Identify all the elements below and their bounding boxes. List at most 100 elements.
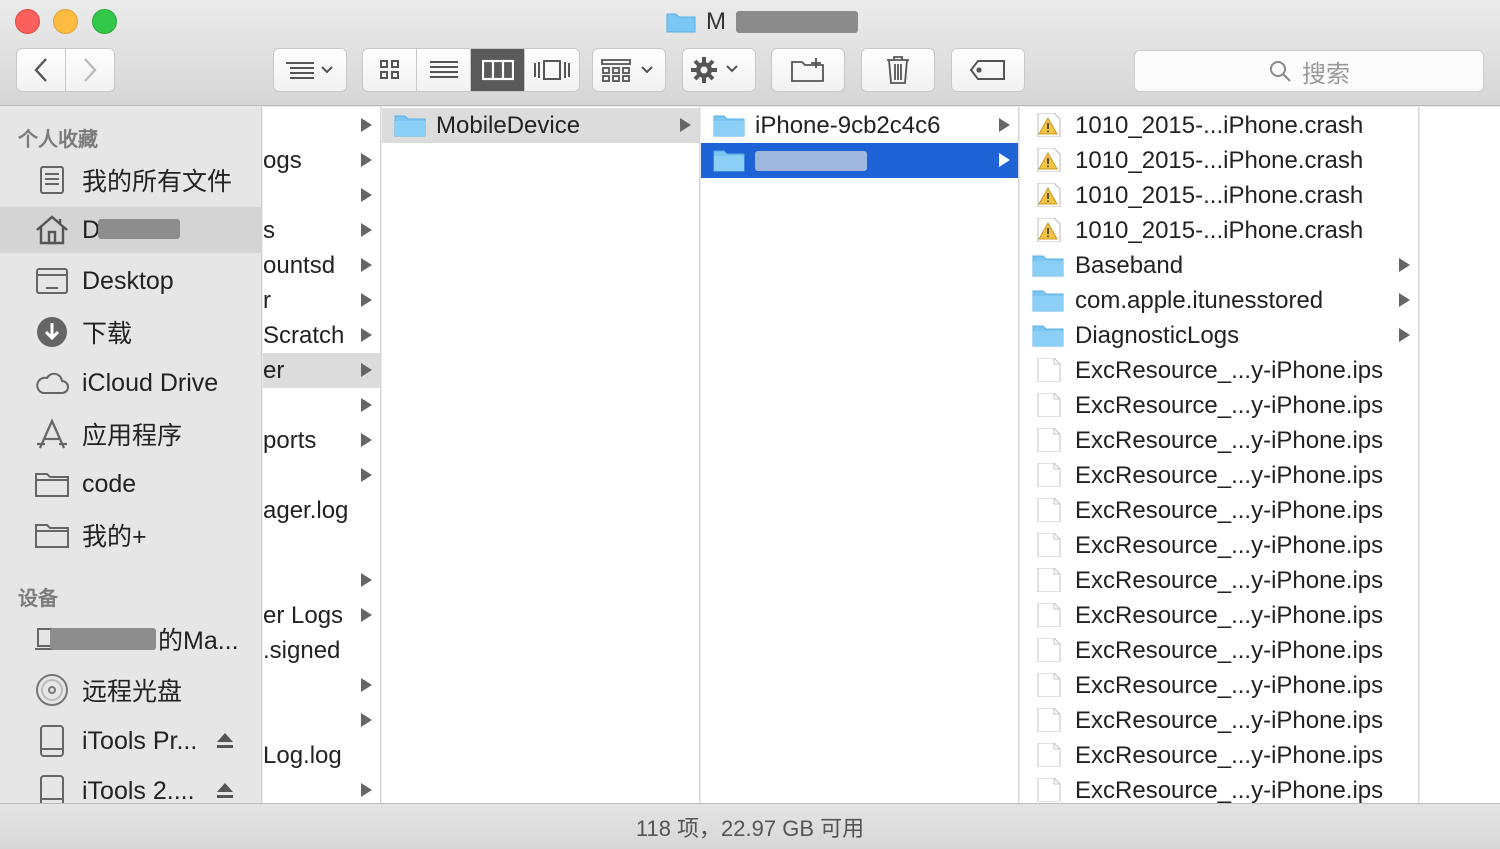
arrange-menu-button[interactable] [273, 48, 347, 92]
column-view-button[interactable] [471, 49, 525, 91]
back-button[interactable] [17, 49, 66, 91]
row-label: ExcResource_...y-iPhone.ips [1075, 566, 1384, 594]
column-4-item[interactable]: ExcResource_...y-iPhone.ips [1020, 668, 1418, 703]
disclosure-arrow-icon [999, 153, 1010, 167]
warning-document-icon [1037, 183, 1061, 207]
row-label: 1010_2015-...iPhone.crash [1075, 216, 1364, 244]
list-view-icon [429, 61, 458, 78]
column-4-item[interactable]: ExcResource_...y-iPhone.ips [1020, 423, 1418, 458]
column-1-item[interactable]: Scratch [263, 318, 380, 353]
column-4-item[interactable]: ExcResource_...y-iPhone.ips [1020, 528, 1418, 563]
disclosure-arrow-icon [361, 783, 372, 797]
icon-view-button[interactable] [363, 49, 417, 91]
column-1-item[interactable] [263, 178, 380, 213]
column-4-item[interactable]: ExcResource_...y-iPhone.ips [1020, 388, 1418, 423]
row-label: ports [263, 426, 317, 454]
column-1-item[interactable]: ports [263, 423, 380, 458]
disclosure-arrow-icon [361, 468, 372, 482]
trash-button[interactable] [861, 48, 935, 92]
folder-icon [713, 115, 745, 137]
sidebar-item-remote-disc[interactable]: 远程光盘 [0, 667, 262, 713]
icon-view-icon [379, 60, 399, 79]
column-1-item[interactable]: ogs [263, 143, 380, 178]
coverflow-view-button[interactable] [525, 49, 579, 91]
row-label: com.apple.itunesstored [1075, 286, 1324, 314]
disclosure-arrow-icon [361, 398, 372, 412]
column-4-item[interactable]: ExcResource_...y-iPhone.ips [1020, 353, 1418, 388]
column-4-item[interactable]: 1010_2015-...iPhone.crash [1020, 178, 1418, 213]
column-4-item[interactable]: ExcResource_...y-iPhone.ips [1020, 563, 1418, 598]
row-label: er [263, 356, 285, 384]
column-1-item[interactable]: ager.log [263, 493, 380, 528]
column-1-item[interactable]: ountsd [263, 248, 380, 283]
zoom-button[interactable] [92, 9, 117, 34]
column-1-item[interactable]: .signed [263, 633, 380, 668]
row-label: iPhone-9cb2c4c6 [755, 111, 941, 139]
column-4-item[interactable]: ExcResource_...y-iPhone.ips [1020, 703, 1418, 738]
column-1-item[interactable]: Log.log [263, 738, 380, 773]
eject-icon[interactable] [215, 730, 235, 750]
row-label: ExcResource_...y-iPhone.ips [1075, 426, 1384, 454]
new-folder-button[interactable] [771, 48, 845, 92]
forward-button[interactable] [66, 49, 115, 91]
column-1-item[interactable]: r [263, 283, 380, 318]
sidebar-item-mine[interactable]: 我的+ [0, 512, 262, 558]
column-1-item[interactable] [263, 668, 380, 703]
action-menu-button[interactable] [682, 48, 756, 92]
column-4-item[interactable]: ExcResource_...y-iPhone.ips [1020, 738, 1418, 773]
disclosure-arrow-icon [361, 188, 372, 202]
row-label: 1010_2015-...iPhone.crash [1075, 181, 1364, 209]
column-4-item[interactable]: 1010_2015-...iPhone.crash [1020, 143, 1418, 178]
column-1-item[interactable] [263, 388, 380, 423]
group-menu-button[interactable] [592, 48, 666, 92]
column-3-item[interactable]: iPhone-9cb2c4c6 [701, 108, 1018, 143]
search-field[interactable]: 搜索 [1134, 50, 1484, 92]
row-label: ExcResource_...y-iPhone.ips [1075, 706, 1384, 734]
sidebar-item-downloads[interactable]: 下载 [0, 309, 262, 355]
list-view-button[interactable] [417, 49, 471, 91]
view-mode-group [362, 48, 580, 92]
disclosure-arrow-icon [680, 118, 691, 132]
close-button[interactable] [15, 9, 40, 34]
column-4-item[interactable]: 1010_2015-...iPhone.crash [1020, 213, 1418, 248]
sidebar-item-desktop[interactable]: Desktop [0, 258, 262, 304]
sidebar-item-all-files[interactable]: 我的所有文件 [0, 157, 262, 203]
column-4-item[interactable]: ExcResource_...y-iPhone.ips [1020, 493, 1418, 528]
sidebar-item-mac[interactable]: 的Ma... [0, 616, 262, 662]
column-4-item[interactable]: ExcResource_...y-iPhone.ips [1020, 633, 1418, 668]
column-4-item[interactable]: Baseband [1020, 248, 1418, 283]
drive-icon [40, 725, 64, 757]
column-1-item[interactable] [263, 528, 380, 563]
tag-button[interactable] [951, 48, 1025, 92]
window-title-text: M [706, 8, 726, 35]
sidebar-item-home[interactable]: D [0, 207, 262, 253]
column-1-item[interactable] [263, 108, 380, 143]
column-1-item[interactable]: er [263, 353, 380, 388]
sidebar-item-applications[interactable]: 应用程序 [0, 411, 262, 457]
eject-icon[interactable] [215, 780, 235, 800]
column-4-item[interactable]: ExcResource_...y-iPhone.ips [1020, 773, 1418, 803]
column-4-item[interactable]: DiagnosticLogs [1020, 318, 1418, 353]
folder-icon [1032, 290, 1064, 312]
row-label: ExcResource_...y-iPhone.ips [1075, 741, 1384, 769]
disclosure-arrow-icon [999, 118, 1010, 132]
column-4-item[interactable]: ExcResource_...y-iPhone.ips [1020, 458, 1418, 493]
column-1-item[interactable] [263, 773, 380, 803]
gear-menu-icon [691, 57, 738, 83]
column-2-item[interactable]: MobileDevice [382, 108, 699, 143]
sidebar-item-code[interactable]: code [0, 461, 262, 507]
column-1-item[interactable] [263, 703, 380, 738]
row-label: ExcResource_...y-iPhone.ips [1075, 496, 1384, 524]
column-3-item[interactable] [701, 143, 1018, 178]
sidebar-item-itools-pr[interactable]: iTools Pr... [0, 718, 262, 764]
column-4-item[interactable]: com.apple.itunesstored [1020, 283, 1418, 318]
column-4-item[interactable]: ExcResource_...y-iPhone.ips [1020, 598, 1418, 633]
minimize-button[interactable] [53, 9, 78, 34]
column-1-item[interactable] [263, 563, 380, 598]
column-1-item[interactable]: er Logs [263, 598, 380, 633]
column-1-item[interactable]: s [263, 213, 380, 248]
column-4-item[interactable]: 1010_2015-...iPhone.crash [1020, 108, 1418, 143]
column-1-item[interactable] [263, 458, 380, 493]
sidebar-item-label: 我的所有文件 [82, 168, 233, 196]
sidebar-item-icloud[interactable]: iCloud Drive [0, 360, 262, 406]
